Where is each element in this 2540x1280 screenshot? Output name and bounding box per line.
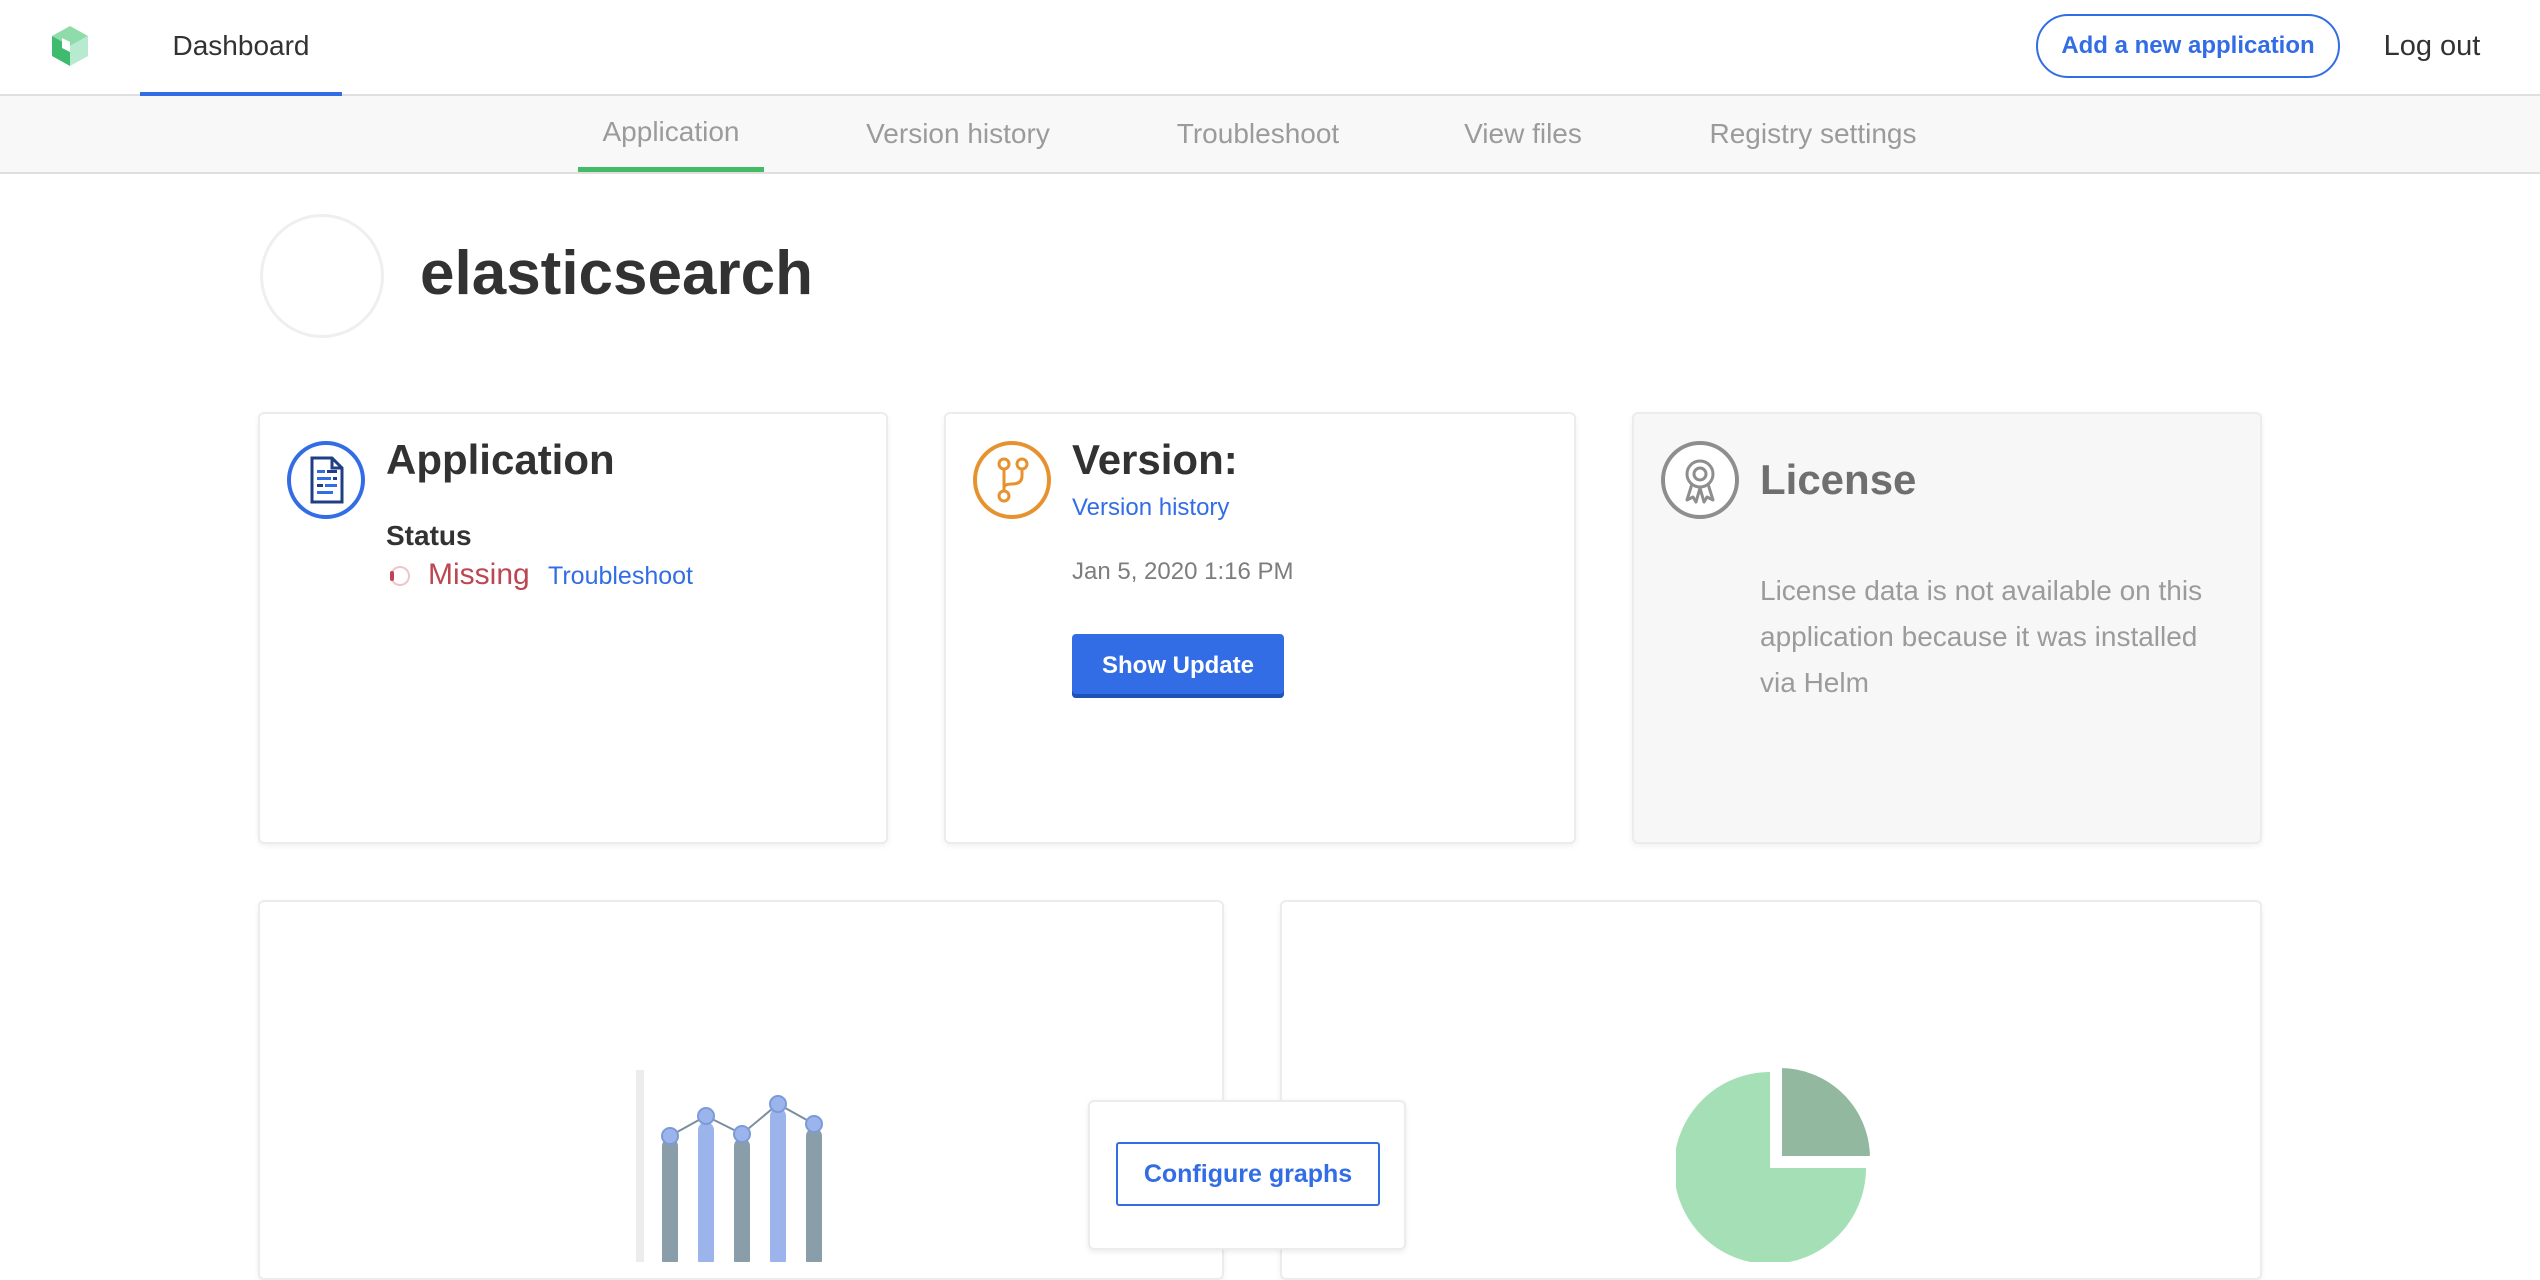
license-card-title: License — [1760, 456, 1917, 503]
metrics-pie-placeholder-card — [1280, 900, 2262, 1280]
git-branch-icon — [973, 441, 1051, 519]
top-navbar: Dashboard Add a new application Log out — [0, 0, 2540, 96]
version-card-title: Version: — [1072, 436, 1238, 483]
tab-troubleshoot[interactable]: Troubleshoot — [1162, 96, 1354, 172]
logout-link[interactable]: Log out — [2372, 14, 2492, 78]
tab-application[interactable]: Application — [578, 96, 764, 172]
show-update-button[interactable]: Show Update — [1072, 634, 1284, 698]
app-icon-avatar — [260, 214, 384, 338]
version-card: Version: Version history Jan 5, 2020 1:1… — [944, 412, 1576, 844]
troubleshoot-link[interactable]: Troubleshoot — [548, 562, 693, 591]
configure-graphs-panel: Configure graphs — [1088, 1100, 1406, 1250]
status-value: Missing — [428, 558, 530, 591]
status-missing-icon — [390, 566, 410, 586]
configure-graphs-button[interactable]: Configure graphs — [1116, 1142, 1380, 1206]
app-title: elasticsearch — [420, 239, 813, 308]
document-icon — [287, 441, 365, 519]
application-card-title: Application — [386, 436, 615, 483]
metrics-graph-placeholder-card — [258, 900, 1224, 1280]
app-subnav: Application Version history Troubleshoot… — [0, 96, 2540, 174]
tab-version-history[interactable]: Version history — [850, 96, 1066, 172]
version-date: Jan 5, 2020 1:16 PM — [1072, 558, 1294, 585]
bar-line-chart-illustration-icon — [636, 1070, 823, 1262]
license-message: License data is not available on this ap… — [1760, 575, 2203, 698]
replicated-logo-icon[interactable] — [48, 24, 92, 68]
tab-registry-settings[interactable]: Registry settings — [1694, 96, 1932, 172]
license-badge-icon — [1661, 441, 1739, 519]
version-history-link[interactable]: Version history — [1072, 494, 1229, 522]
add-new-application-button[interactable]: Add a new application — [2036, 14, 2340, 78]
pie-chart-illustration-icon — [1676, 1063, 1875, 1262]
nav-dashboard-link[interactable]: Dashboard — [140, 0, 342, 96]
status-label: Status — [386, 520, 472, 551]
license-card: License License data is not available on… — [1632, 412, 2262, 844]
tab-view-files[interactable]: View files — [1454, 96, 1592, 172]
application-card: Application Status Missing Troubleshoot — [258, 412, 888, 844]
